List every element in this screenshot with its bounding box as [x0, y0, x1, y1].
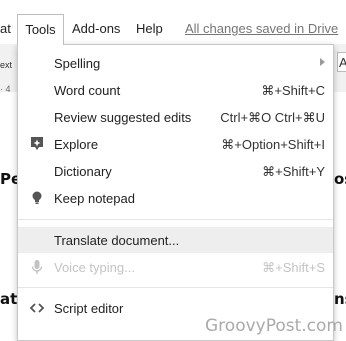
- menu-item-label: Voice typing...: [54, 260, 135, 275]
- menu-item-shortcut: ⌘+Shift+Y: [262, 164, 325, 179]
- menu-item-explore[interactable]: Explore ⌘+Option+Shift+I: [18, 131, 333, 157]
- menu-item-label: Dictionary: [54, 164, 112, 179]
- menu-item-label: Review suggested edits: [54, 110, 192, 125]
- code-icon: [28, 299, 46, 317]
- menu-item-shortcut: ⌘+Shift+S: [262, 260, 325, 275]
- document-text-fragment: os: [334, 170, 346, 188]
- menu-item-review-suggested-edits[interactable]: Review suggested edits Ctrl+⌘O Ctrl+⌘U: [18, 104, 333, 130]
- style-dropdown-partial: ext: [0, 60, 13, 70]
- font-size-box-partial: A: [337, 52, 346, 72]
- explore-icon: [28, 135, 46, 153]
- menu-item-translate-document[interactable]: Translate document...: [18, 227, 333, 253]
- menu-bar: at Tools Add-ons Help All changes saved …: [0, 14, 346, 45]
- ruler-partial: · 4: [0, 84, 11, 94]
- document-text-fragment: ns: [334, 290, 346, 308]
- menu-format-partial[interactable]: at: [0, 14, 16, 44]
- menu-item-label: Keep notepad: [54, 191, 135, 206]
- menu-item-shortcut: Ctrl+⌘O Ctrl+⌘U: [220, 110, 325, 125]
- menu-item-shortcut: ⌘+Option+Shift+I: [221, 137, 325, 152]
- menu-item-word-count[interactable]: Word count ⌘+Shift+C: [18, 77, 333, 103]
- menu-item-label: Script editor: [54, 301, 124, 316]
- tools-dropdown-menu: Spelling Word count ⌘+Shift+C Review sug…: [17, 44, 334, 341]
- menu-item-label: Translate document...: [54, 233, 180, 248]
- menu-item-keep-notepad[interactable]: Keep notepad: [18, 185, 333, 211]
- menu-item-voice-typing[interactable]: Voice typing... ⌘+Shift+S: [18, 254, 333, 280]
- submenu-arrow-icon: [320, 58, 325, 66]
- menu-separator: [18, 287, 333, 288]
- microphone-icon: [28, 258, 46, 276]
- watermark-text: GroovyPost.com: [205, 316, 343, 336]
- menu-item-label: Word count: [54, 83, 121, 98]
- lightbulb-icon: [28, 189, 46, 207]
- menu-item-label: Explore: [54, 137, 99, 152]
- saved-status-link[interactable]: All changes saved in Drive: [185, 14, 338, 44]
- menu-addons[interactable]: Add-ons: [72, 14, 120, 44]
- menu-help[interactable]: Help: [136, 14, 163, 44]
- menu-item-dictionary[interactable]: Dictionary ⌘+Shift+Y: [18, 158, 333, 184]
- menu-item-spelling[interactable]: Spelling: [18, 50, 333, 76]
- menu-separator: [18, 219, 333, 220]
- menu-item-label: Spelling: [54, 56, 101, 71]
- document-text-fragment: at: [0, 290, 18, 308]
- menu-item-shortcut: ⌘+Shift+C: [261, 83, 325, 98]
- menu-tools[interactable]: Tools: [17, 14, 64, 45]
- right-edge-letter: A: [339, 55, 346, 70]
